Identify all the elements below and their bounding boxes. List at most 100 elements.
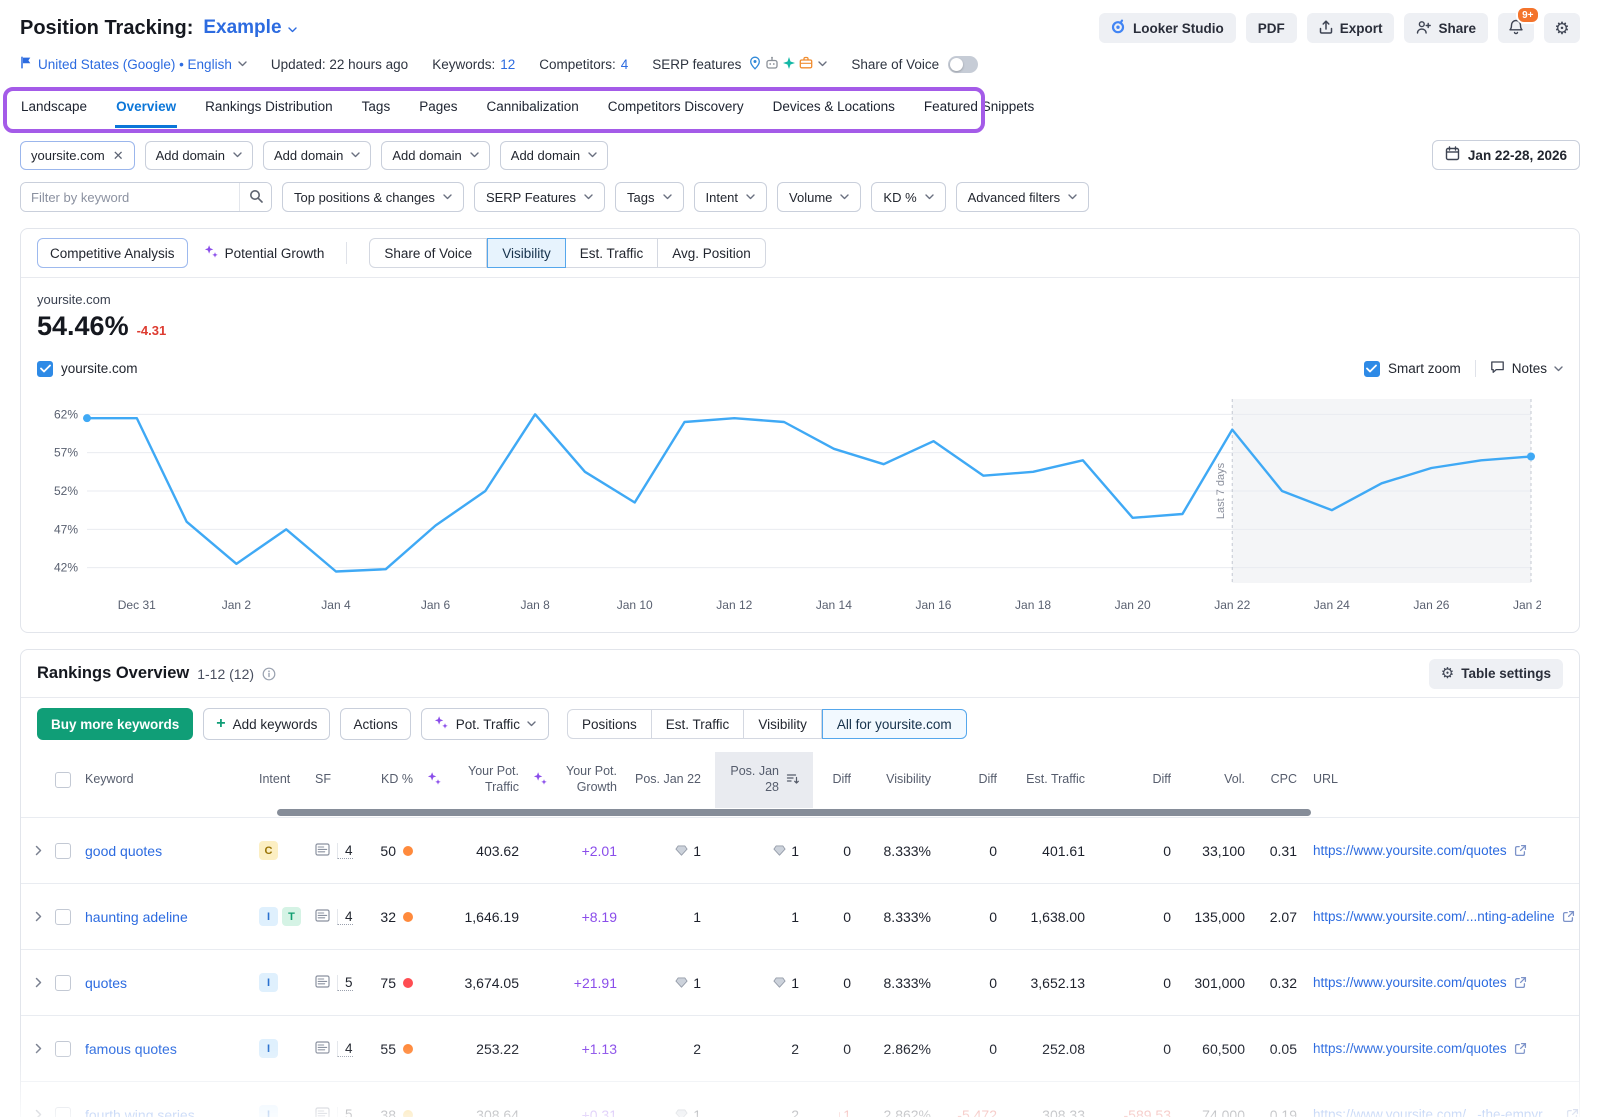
external-link-icon[interactable] <box>1514 1042 1527 1055</box>
column-header-intent[interactable]: Intent <box>259 752 315 808</box>
legend-checkbox[interactable] <box>37 361 53 377</box>
column-header-diff[interactable]: Diff <box>1099 752 1185 808</box>
locale-selector[interactable]: United States (Google) • English <box>20 56 247 72</box>
row-expander-icon[interactable] <box>21 1109 55 1117</box>
smart-zoom-checkbox[interactable] <box>1364 361 1380 377</box>
add-domain-chip[interactable]: Add domain <box>145 141 253 170</box>
serp-features-cell[interactable]: 4 <box>315 843 365 859</box>
serp-features-selector[interactable]: SERP features <box>652 56 827 73</box>
column-header-kd[interactable]: KD % <box>365 752 427 808</box>
filter-intent[interactable]: Intent <box>694 182 768 212</box>
tab-overview[interactable]: Overview <box>115 93 177 128</box>
view-tab-est-traffic[interactable]: Est. Traffic <box>652 709 745 739</box>
serp-features-cell[interactable]: 4 <box>315 909 365 925</box>
actions-button[interactable]: Actions <box>340 708 410 740</box>
column-header-pos-jan-22[interactable]: Pos. Jan 22 <box>631 752 715 808</box>
serp-features-cell[interactable]: 4 <box>315 1041 365 1057</box>
competitors-count-link[interactable]: 4 <box>621 57 629 72</box>
tab-rankings-distribution[interactable]: Rankings Distribution <box>204 93 334 128</box>
share-button[interactable]: Share <box>1404 13 1488 43</box>
url-link[interactable]: https://www.yoursite.com/quotes <box>1313 1041 1507 1056</box>
filter-kd[interactable]: KD % <box>871 182 945 212</box>
serp-features-cell[interactable]: 5 <box>315 1107 365 1117</box>
column-header-url[interactable]: URL <box>1311 752 1579 808</box>
row-checkbox[interactable] <box>55 843 83 859</box>
row-expander-icon[interactable] <box>21 911 55 922</box>
settings-button[interactable]: ⚙ <box>1544 13 1580 43</box>
filter-top-positions-changes[interactable]: Top positions & changes <box>282 182 464 212</box>
column-header-diff[interactable]: Diff <box>813 752 865 808</box>
select-all-checkbox[interactable] <box>55 752 83 808</box>
filter-serp-features[interactable]: SERP Features <box>474 182 605 212</box>
metric-tab-avg-position[interactable]: Avg. Position <box>658 238 766 268</box>
legend-yoursite[interactable]: yoursite.com <box>37 361 138 377</box>
visibility-line-chart[interactable]: 42%47%52%57%62%Last 7 daysDec 31Jan 2Jan… <box>37 385 1541 617</box>
buy-more-keywords-button[interactable]: Buy more keywords <box>37 708 193 740</box>
column-header-keyword[interactable]: Keyword <box>83 752 259 808</box>
keyword-link[interactable]: quotes <box>85 975 127 991</box>
column-header-your-pot-traffic[interactable]: Your Pot. Traffic <box>427 752 533 808</box>
url-link[interactable]: https://www.yoursite.com/...nting-adelin… <box>1313 909 1555 924</box>
tab-featured-snippets[interactable]: Featured Snippets <box>923 93 1035 128</box>
metric-tab-share-of-voice[interactable]: Share of Voice <box>369 238 487 268</box>
keywords-count-link[interactable]: 12 <box>500 57 515 72</box>
filter-volume[interactable]: Volume <box>777 182 861 212</box>
column-header-your-pot-growth[interactable]: Your Pot. Growth <box>533 752 631 808</box>
column-header-cpc[interactable]: CPC <box>1259 752 1311 808</box>
metric-tab-est-traffic[interactable]: Est. Traffic <box>566 238 659 268</box>
external-link-icon[interactable] <box>1514 844 1527 857</box>
domain-chip[interactable]: yoursite.com ✕ <box>20 141 135 170</box>
tab-devices-locations[interactable]: Devices & Locations <box>772 93 896 128</box>
row-checkbox[interactable] <box>55 975 83 991</box>
keyword-link[interactable]: haunting adeline <box>85 909 188 925</box>
date-range-picker[interactable]: Jan 22-28, 2026 <box>1432 140 1580 170</box>
scrollbar-thumb[interactable] <box>277 809 1311 816</box>
column-header-vol[interactable]: Vol. <box>1185 752 1259 808</box>
row-checkbox[interactable] <box>55 1041 83 1057</box>
external-link-icon[interactable] <box>1562 910 1575 923</box>
row-expander-icon[interactable] <box>21 845 55 856</box>
add-domain-chip[interactable]: Add domain <box>381 141 489 170</box>
competitive-analysis-button[interactable]: Competitive Analysis <box>37 238 188 268</box>
looker-studio-button[interactable]: Looker Studio <box>1099 13 1236 43</box>
serp-features-cell[interactable]: 5 <box>315 975 365 991</box>
tab-pages[interactable]: Pages <box>418 93 458 128</box>
url-link[interactable]: https://www.yoursite.com/...-the-empyrea… <box>1313 1107 1559 1117</box>
share-of-voice-toggle[interactable] <box>948 56 978 73</box>
keyword-link[interactable]: good quotes <box>85 843 162 859</box>
tab-competitors-discovery[interactable]: Competitors Discovery <box>607 93 745 128</box>
add-domain-chip[interactable]: Add domain <box>263 141 371 170</box>
tab-cannibalization[interactable]: Cannibalization <box>485 93 579 128</box>
column-header-diff[interactable]: Diff <box>945 752 1011 808</box>
external-link-icon[interactable] <box>1514 976 1527 989</box>
url-link[interactable]: https://www.yoursite.com/quotes <box>1313 975 1507 990</box>
column-header-pos-jan-28[interactable]: Pos. Jan 28 <box>715 752 813 808</box>
url-link[interactable]: https://www.yoursite.com/quotes <box>1313 843 1507 858</box>
notes-dropdown[interactable]: Notes <box>1475 360 1563 377</box>
view-tab-visibility[interactable]: Visibility <box>744 709 822 739</box>
add-domain-chip[interactable]: Add domain <box>500 141 608 170</box>
column-header-est-traffic[interactable]: Est. Traffic <box>1011 752 1099 808</box>
row-expander-icon[interactable] <box>21 977 55 988</box>
row-checkbox[interactable] <box>55 909 83 925</box>
search-button[interactable] <box>239 183 271 211</box>
table-settings-button[interactable]: ⚙ Table settings <box>1429 659 1563 689</box>
tab-tags[interactable]: Tags <box>361 93 392 128</box>
notifications-button[interactable]: 9+ <box>1498 13 1534 43</box>
potential-growth-tab[interactable]: Potential Growth <box>204 244 325 262</box>
export-button[interactable]: Export <box>1307 13 1395 43</box>
smart-zoom-control[interactable]: Smart zoom <box>1364 361 1461 377</box>
view-tab-all-for-yoursite-com[interactable]: All for yoursite.com <box>822 709 967 739</box>
metric-tab-visibility[interactable]: Visibility <box>487 238 566 268</box>
pot-traffic-dropdown[interactable]: Pot. Traffic <box>421 708 549 740</box>
column-header-sf[interactable]: SF <box>315 752 365 808</box>
tab-landscape[interactable]: Landscape <box>20 93 88 128</box>
column-header-visibility[interactable]: Visibility <box>865 752 945 808</box>
info-icon[interactable] <box>262 667 276 681</box>
filter-tags[interactable]: Tags <box>615 182 683 212</box>
keyword-link[interactable]: fourth wing series <box>85 1107 195 1117</box>
remove-domain-icon[interactable]: ✕ <box>113 149 124 162</box>
view-tab-positions[interactable]: Positions <box>567 709 652 739</box>
row-checkbox[interactable] <box>55 1107 83 1117</box>
external-link-icon[interactable] <box>1566 1108 1579 1117</box>
